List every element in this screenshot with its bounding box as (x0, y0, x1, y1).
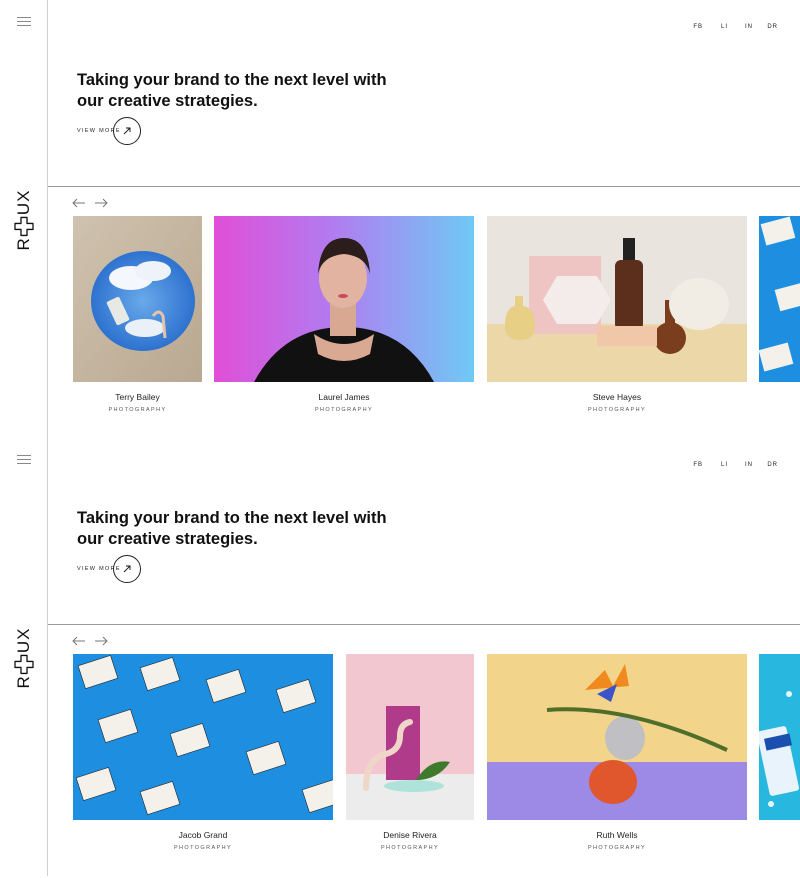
hamburger-menu-icon[interactable] (17, 454, 31, 466)
portfolio-card[interactable] (346, 654, 474, 820)
social-link-fb[interactable]: FB (678, 24, 703, 30)
card-caption: Jacob Grand PHOTOGRAPHY (73, 830, 333, 851)
social-links: FB LI IN DR (678, 462, 778, 468)
arrow-up-right-icon (112, 555, 141, 583)
hero-title: Taking your brand to the next level with… (77, 71, 387, 110)
view-more-button[interactable]: VIEW MORE (77, 117, 141, 145)
logo[interactable]: R UX (14, 627, 34, 689)
card-caption: Denise Rivera PHOTOGRAPHY (346, 830, 474, 851)
social-links: FB LI IN DR (678, 24, 778, 30)
social-link-in[interactable]: IN (728, 462, 753, 468)
social-link-dr[interactable]: DR (753, 462, 778, 468)
portfolio-card[interactable] (759, 654, 800, 820)
hamburger-menu-icon[interactable] (17, 16, 31, 28)
bird-of-paradise-image (487, 654, 747, 820)
card-name: Denise Rivera (383, 830, 437, 840)
showcase-panel: R UX FB LI IN DR Taking your brand to th… (0, 0, 800, 438)
card-caption: Ruth Wells PHOTOGRAPHY (487, 830, 747, 851)
social-link-fb[interactable]: FB (678, 462, 703, 468)
card-name: Laurel James (318, 392, 370, 402)
sidebar: R UX (0, 0, 48, 438)
social-link-in[interactable]: IN (728, 24, 753, 30)
section-divider (48, 186, 800, 187)
card-name: Ruth Wells (596, 830, 638, 840)
arrow-right-icon[interactable] (94, 636, 108, 646)
social-link-li[interactable]: LI (703, 462, 728, 468)
card-role: PHOTOGRAPHY (587, 407, 647, 413)
social-link-li[interactable]: LI (703, 24, 728, 30)
portfolio-card[interactable] (487, 216, 747, 382)
boxed-water-partial-image (759, 216, 800, 382)
logo-text-right: UX (14, 627, 33, 654)
cross-logo-icon (14, 654, 34, 674)
hero-title: Taking your brand to the next level with… (77, 509, 387, 548)
boxed-water-cartons-image (73, 654, 333, 820)
portfolio-card[interactable] (487, 654, 747, 820)
view-more-button[interactable]: VIEW MORE (77, 555, 141, 583)
showcase-panel: R UX FB LI IN DR Taking your brand to th… (0, 438, 800, 876)
sidebar: R UX (0, 438, 48, 876)
card-role: PHOTOGRAPHY (173, 845, 233, 851)
card-caption: Laurel James PHOTOGRAPHY (214, 392, 474, 413)
portfolio-card[interactable] (759, 216, 800, 382)
social-link-dr[interactable]: DR (753, 24, 778, 30)
blue-product-partial-image (759, 654, 800, 820)
logo-text-left: R (14, 237, 33, 251)
pink-sculpture-image (346, 654, 474, 820)
bottles-still-life-image (487, 216, 747, 382)
logo[interactable]: R UX (14, 189, 34, 251)
cross-logo-icon (14, 216, 34, 236)
card-role: PHOTOGRAPHY (587, 845, 647, 851)
portfolio-card[interactable] (214, 216, 474, 382)
arrow-right-icon[interactable] (94, 198, 108, 208)
card-role: PHOTOGRAPHY (380, 845, 440, 851)
arrow-left-icon[interactable] (72, 198, 86, 208)
section-divider (48, 624, 800, 625)
card-caption: Steve Hayes PHOTOGRAPHY (487, 392, 747, 413)
carousel-arrows (72, 198, 108, 208)
card-role: PHOTOGRAPHY (314, 407, 374, 413)
carousel-arrows (72, 636, 108, 646)
woman-neon-portrait-image (214, 216, 474, 382)
card-caption: Terry Bailey PHOTOGRAPHY (73, 392, 202, 413)
logo-text-right: UX (14, 189, 33, 216)
logo-text-left: R (14, 675, 33, 689)
card-name: Terry Bailey (115, 392, 160, 402)
arrow-left-icon[interactable] (72, 636, 86, 646)
sand-mirror-sky-image (73, 216, 202, 382)
card-role: PHOTOGRAPHY (108, 407, 167, 413)
arrow-up-right-icon (112, 117, 141, 145)
card-name: Jacob Grand (178, 830, 228, 840)
portfolio-card[interactable] (73, 216, 202, 382)
portfolio-card[interactable] (73, 654, 333, 820)
card-name: Steve Hayes (592, 392, 642, 402)
